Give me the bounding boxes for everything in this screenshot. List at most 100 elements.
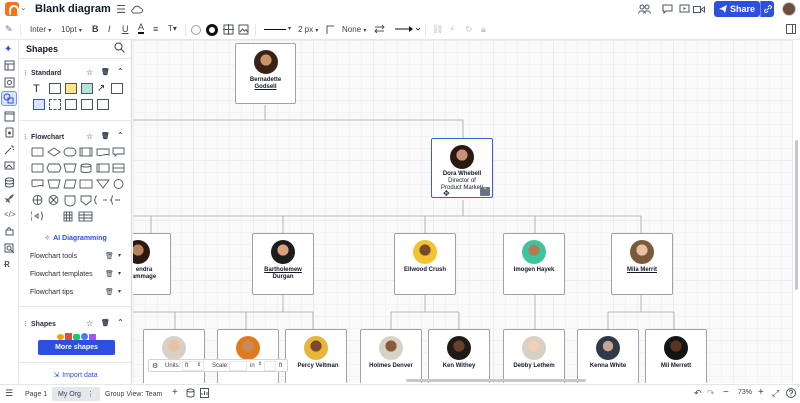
org-card-l3[interactable] bbox=[217, 329, 279, 383]
table-shape[interactable] bbox=[81, 99, 93, 110]
org-card-l3[interactable]: Percy Veltman bbox=[285, 329, 347, 383]
container-shape[interactable] bbox=[33, 99, 45, 110]
ai-sparkle-icon[interactable]: ✦ bbox=[4, 44, 15, 55]
align-icon[interactable]: ≡ bbox=[153, 24, 158, 34]
action-icon[interactable]: ⚡ bbox=[449, 24, 455, 35]
help-icon[interactable] bbox=[786, 388, 796, 398]
add-page-icon[interactable]: + bbox=[172, 387, 178, 398]
star-icon[interactable]: ☆ bbox=[86, 319, 93, 328]
comment-icon[interactable] bbox=[660, 2, 674, 16]
font-family-select[interactable]: Inter ▾ bbox=[30, 25, 51, 34]
frame-icon[interactable] bbox=[4, 111, 15, 122]
templates-icon[interactable] bbox=[4, 60, 15, 71]
text-color-button[interactable]: A bbox=[138, 23, 145, 34]
bold-button[interactable]: B bbox=[92, 24, 99, 34]
note-shape[interactable] bbox=[81, 83, 93, 94]
shapes-tool-button[interactable] bbox=[1, 91, 17, 106]
panel-toggle-icon[interactable] bbox=[786, 24, 796, 34]
stepper-icon[interactable]: ⇕ bbox=[258, 361, 262, 367]
zoom-level[interactable]: 73% bbox=[738, 389, 752, 396]
image-icon[interactable] bbox=[238, 24, 249, 35]
sticky-note-icon[interactable] bbox=[4, 127, 15, 138]
text-options-icon[interactable]: T▾ bbox=[168, 24, 177, 33]
copy-link-button[interactable] bbox=[760, 1, 774, 17]
integration-icon[interactable]: Ɍ bbox=[4, 260, 15, 271]
shape-style-icon[interactable] bbox=[223, 24, 234, 35]
format-painter-icon[interactable]: ✎ bbox=[5, 24, 13, 35]
list-shape[interactable] bbox=[111, 83, 123, 94]
line-end-select[interactable] bbox=[394, 24, 420, 34]
org-card-l3[interactable]: Holmes Denver bbox=[360, 329, 422, 383]
org-card-l2[interactable]: endra ammage bbox=[133, 233, 171, 295]
page-list-icon[interactable]: ☰ bbox=[5, 388, 13, 399]
fill-color-button[interactable] bbox=[191, 25, 201, 35]
org-card-l3[interactable]: Mil Merrett bbox=[645, 329, 707, 383]
flowchart-tools-row[interactable]: Flowchart tools 🗑︎ ▾ bbox=[19, 249, 131, 263]
link-icon[interactable]: ⛓ bbox=[432, 24, 443, 35]
video-icon[interactable] bbox=[692, 2, 706, 16]
vertical-scrollbar[interactable] bbox=[795, 140, 798, 290]
rectangle-shape[interactable] bbox=[49, 83, 61, 94]
horizontal-scrollbar[interactable] bbox=[406, 379, 586, 382]
org-card-director[interactable]: Dora Whebell Director of Product Marketi… bbox=[431, 138, 493, 198]
user-avatar[interactable] bbox=[782, 2, 796, 16]
org-card-l3[interactable]: Kenna White bbox=[577, 329, 639, 383]
app-logo[interactable] bbox=[5, 2, 19, 16]
org-card-l2[interactable]: Bartholemew Durgan bbox=[252, 233, 314, 295]
trash-icon[interactable]: 🗑︎ bbox=[105, 270, 114, 278]
rocket-icon[interactable] bbox=[4, 193, 15, 204]
search-image-icon[interactable] bbox=[4, 243, 15, 254]
layers-icon[interactable] bbox=[4, 77, 15, 88]
chevron-up-icon[interactable]: ⌃ bbox=[117, 318, 124, 327]
plugin-icon[interactable] bbox=[4, 226, 15, 237]
document-title[interactable]: Blank diagram bbox=[35, 3, 111, 15]
line-style-select[interactable] bbox=[264, 29, 286, 30]
database-icon[interactable] bbox=[4, 177, 15, 188]
drag-handle-icon[interactable]: ⋮ bbox=[22, 133, 29, 141]
star-icon[interactable]: ☆ bbox=[86, 132, 93, 141]
chevron-down-icon[interactable]: ▾ bbox=[118, 270, 121, 277]
trash-icon[interactable]: 🗑︎ bbox=[101, 68, 110, 76]
shapes-section-header[interactable]: ⋮ Shapes ☆ 🗑︎ ⌃ bbox=[19, 317, 131, 331]
chevron-down-icon[interactable]: ▾ bbox=[118, 288, 121, 295]
layers-stack-icon[interactable] bbox=[186, 388, 195, 398]
org-card-l3[interactable]: Ken Withey bbox=[428, 329, 490, 383]
trash-icon[interactable]: 🗑︎ bbox=[105, 252, 114, 260]
sticky-note-shape[interactable] bbox=[65, 83, 77, 94]
present-icon[interactable] bbox=[677, 2, 691, 16]
scale-input-right[interactable] bbox=[264, 361, 276, 371]
flowchart-tips-row[interactable]: Flowchart tips 🗑︎ ▾ bbox=[19, 285, 131, 299]
bracket-shape[interactable] bbox=[65, 99, 77, 110]
chevron-up-icon[interactable]: ⌃ bbox=[117, 67, 124, 76]
redo-icon[interactable]: ↷ bbox=[707, 388, 715, 399]
frame-shape[interactable] bbox=[49, 99, 61, 110]
share-button[interactable]: Share bbox=[714, 1, 760, 17]
menu-icon[interactable]: ☰ bbox=[114, 2, 128, 16]
image-icon[interactable] bbox=[4, 160, 15, 171]
diagram-canvas[interactable]: Bernadette Godsell Dora Whebell Director… bbox=[133, 40, 792, 383]
chart-icon[interactable] bbox=[200, 388, 209, 398]
underline-button[interactable]: U bbox=[122, 24, 129, 34]
line-start-select[interactable]: None ▾ bbox=[342, 25, 366, 34]
flowchart-shapes-grid[interactable] bbox=[31, 146, 125, 228]
drag-handle-icon[interactable]: ⋮ bbox=[22, 320, 29, 328]
flowchart-section-header[interactable]: ⋮ Flowchart ☆ 🗑︎ ⌃ bbox=[19, 130, 131, 144]
collaborators-icon[interactable] bbox=[637, 2, 651, 16]
page-tab-2[interactable]: My Org ⋮ bbox=[52, 387, 100, 401]
italic-button[interactable]: I bbox=[108, 24, 111, 34]
trash-icon[interactable]: 🗑︎ bbox=[105, 288, 114, 296]
org-card-l3[interactable]: Debby Lethem bbox=[503, 329, 565, 383]
more-options-icon[interactable]: ⋮ bbox=[87, 390, 94, 398]
org-card-top[interactable]: Bernadette Godsell bbox=[235, 43, 296, 104]
zoom-in-icon[interactable]: + bbox=[758, 387, 764, 398]
flowchart-templates-row[interactable]: Flowchart templates 🗑︎ ▾ bbox=[19, 267, 131, 281]
search-icon[interactable] bbox=[114, 42, 125, 53]
standard-section-header[interactable]: ⋮ Standard ☆ 🗑︎ ⌃ bbox=[19, 66, 131, 80]
text-shape[interactable]: T bbox=[33, 83, 40, 95]
fit-screen-icon[interactable]: ⤢ bbox=[772, 388, 779, 399]
magic-wand-icon[interactable] bbox=[4, 144, 15, 155]
chevron-down-icon[interactable]: ⌄ bbox=[20, 3, 27, 12]
ai-diagramming-link[interactable]: ✧ AI Diagramming bbox=[19, 231, 131, 245]
page-tab-1[interactable]: Page 1 bbox=[19, 387, 53, 401]
chevron-down-icon[interactable]: ▾ bbox=[288, 25, 291, 32]
